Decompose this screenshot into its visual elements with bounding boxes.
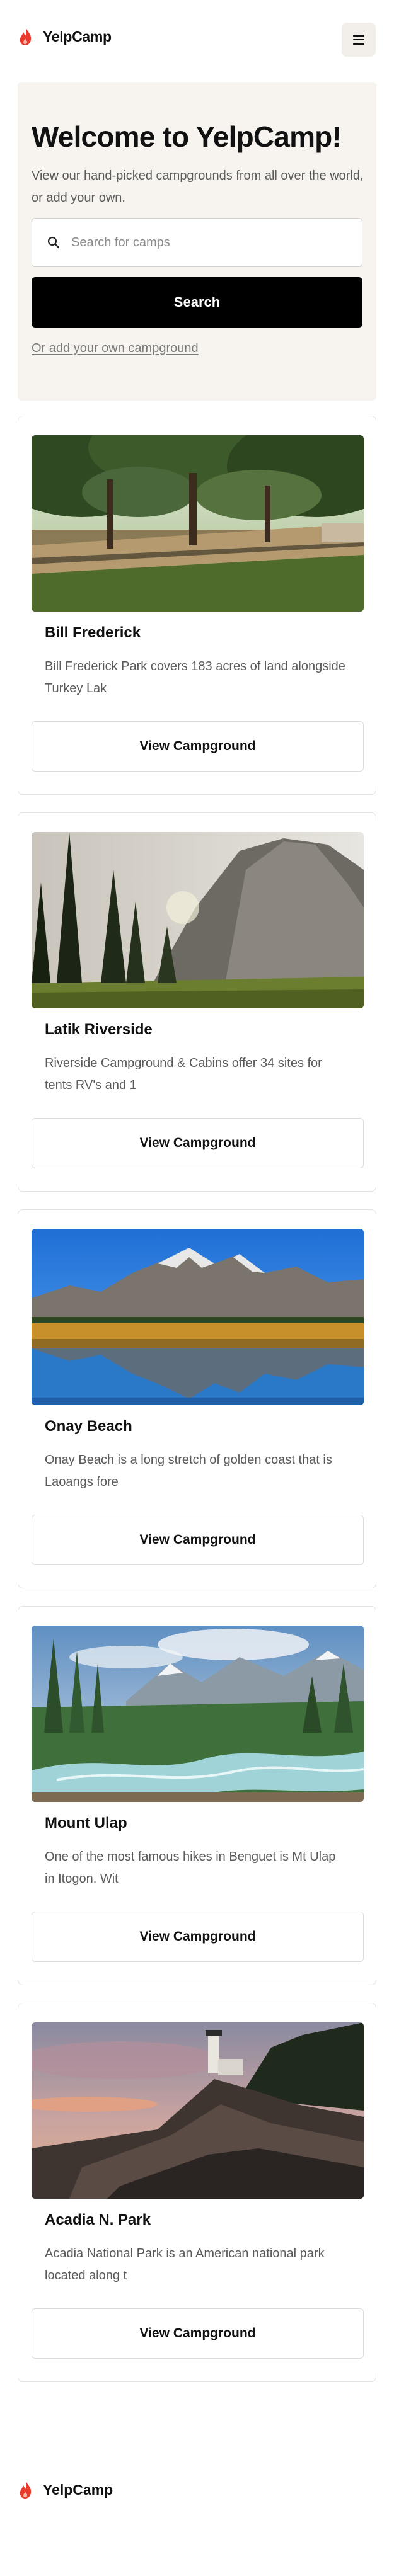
flame-icon (20, 2480, 32, 2499)
lighthouse-coast-image (32, 2022, 364, 2199)
mountain-lake-image (32, 1229, 364, 1405)
campground-description: Onay Beach is a long stretch of golden c… (45, 1453, 332, 1489)
footer-brand-name: YelpCamp (43, 2481, 113, 2498)
river-forest-image (32, 1626, 364, 1802)
campground-title: Bill Frederick (45, 624, 141, 641)
hamburger-icon-line (353, 43, 364, 45)
search-button[interactable]: Search (32, 277, 362, 328)
hero-description: View our hand-picked campgrounds from al… (32, 169, 364, 205)
campground-description: Bill Frederick Park covers 183 acres of … (45, 659, 345, 695)
search-input[interactable] (71, 235, 349, 250)
campground-card: Onay Beach Onay Beach is a long stretch … (18, 1209, 376, 1588)
search-icon (47, 236, 60, 249)
add-campground-link[interactable]: Or add your own campground (32, 341, 199, 356)
campground-image (32, 435, 364, 612)
campground-description: One of the most famous hikes in Benguet … (45, 1850, 336, 1886)
footer-brand[interactable]: YelpCamp (18, 2478, 113, 2501)
page-title: Welcome to YelpCamp! (32, 120, 342, 153)
campground-title: Latik Riverside (45, 1021, 153, 1038)
hero-section: Welcome to YelpCamp! View our hand-picke… (18, 82, 376, 401)
campground-image (32, 1229, 364, 1405)
brand-name: YelpCamp (43, 28, 112, 45)
campground-title: Mount Ulap (45, 1815, 127, 1832)
campground-image (32, 2022, 364, 2199)
search-field[interactable] (32, 218, 362, 267)
hamburger-icon-line (353, 38, 364, 41)
campground-card: Bill Frederick Bill Frederick Park cover… (18, 416, 376, 795)
flame-icon (20, 27, 32, 45)
menu-button[interactable] (342, 23, 376, 57)
navbar: YelpCamp (0, 0, 394, 73)
campground-description: Acadia National Park is an American nati… (45, 2247, 325, 2282)
brand-logo[interactable]: YelpCamp (18, 25, 112, 48)
park-trees-image (32, 435, 364, 612)
campground-description: Riverside Campground & Cabins offer 34 s… (45, 1056, 322, 1092)
view-campground-button[interactable]: View Campground (32, 2308, 364, 2359)
hamburger-icon (353, 35, 364, 37)
campground-image (32, 832, 364, 1008)
valley-cliff-image (32, 832, 364, 1008)
view-campground-button[interactable]: View Campground (32, 1118, 364, 1168)
campground-card: Latik Riverside Riverside Campground & C… (18, 812, 376, 1192)
campground-title: Onay Beach (45, 1418, 132, 1435)
campground-title: Acadia N. Park (45, 2211, 151, 2228)
campground-image (32, 1626, 364, 1802)
view-campground-button[interactable]: View Campground (32, 721, 364, 772)
campground-card: Acadia N. Park Acadia National Park is a… (18, 2003, 376, 2382)
view-campground-button[interactable]: View Campground (32, 1515, 364, 1565)
campground-card: Mount Ulap One of the most famous hikes … (18, 1606, 376, 1985)
view-campground-button[interactable]: View Campground (32, 1912, 364, 1962)
